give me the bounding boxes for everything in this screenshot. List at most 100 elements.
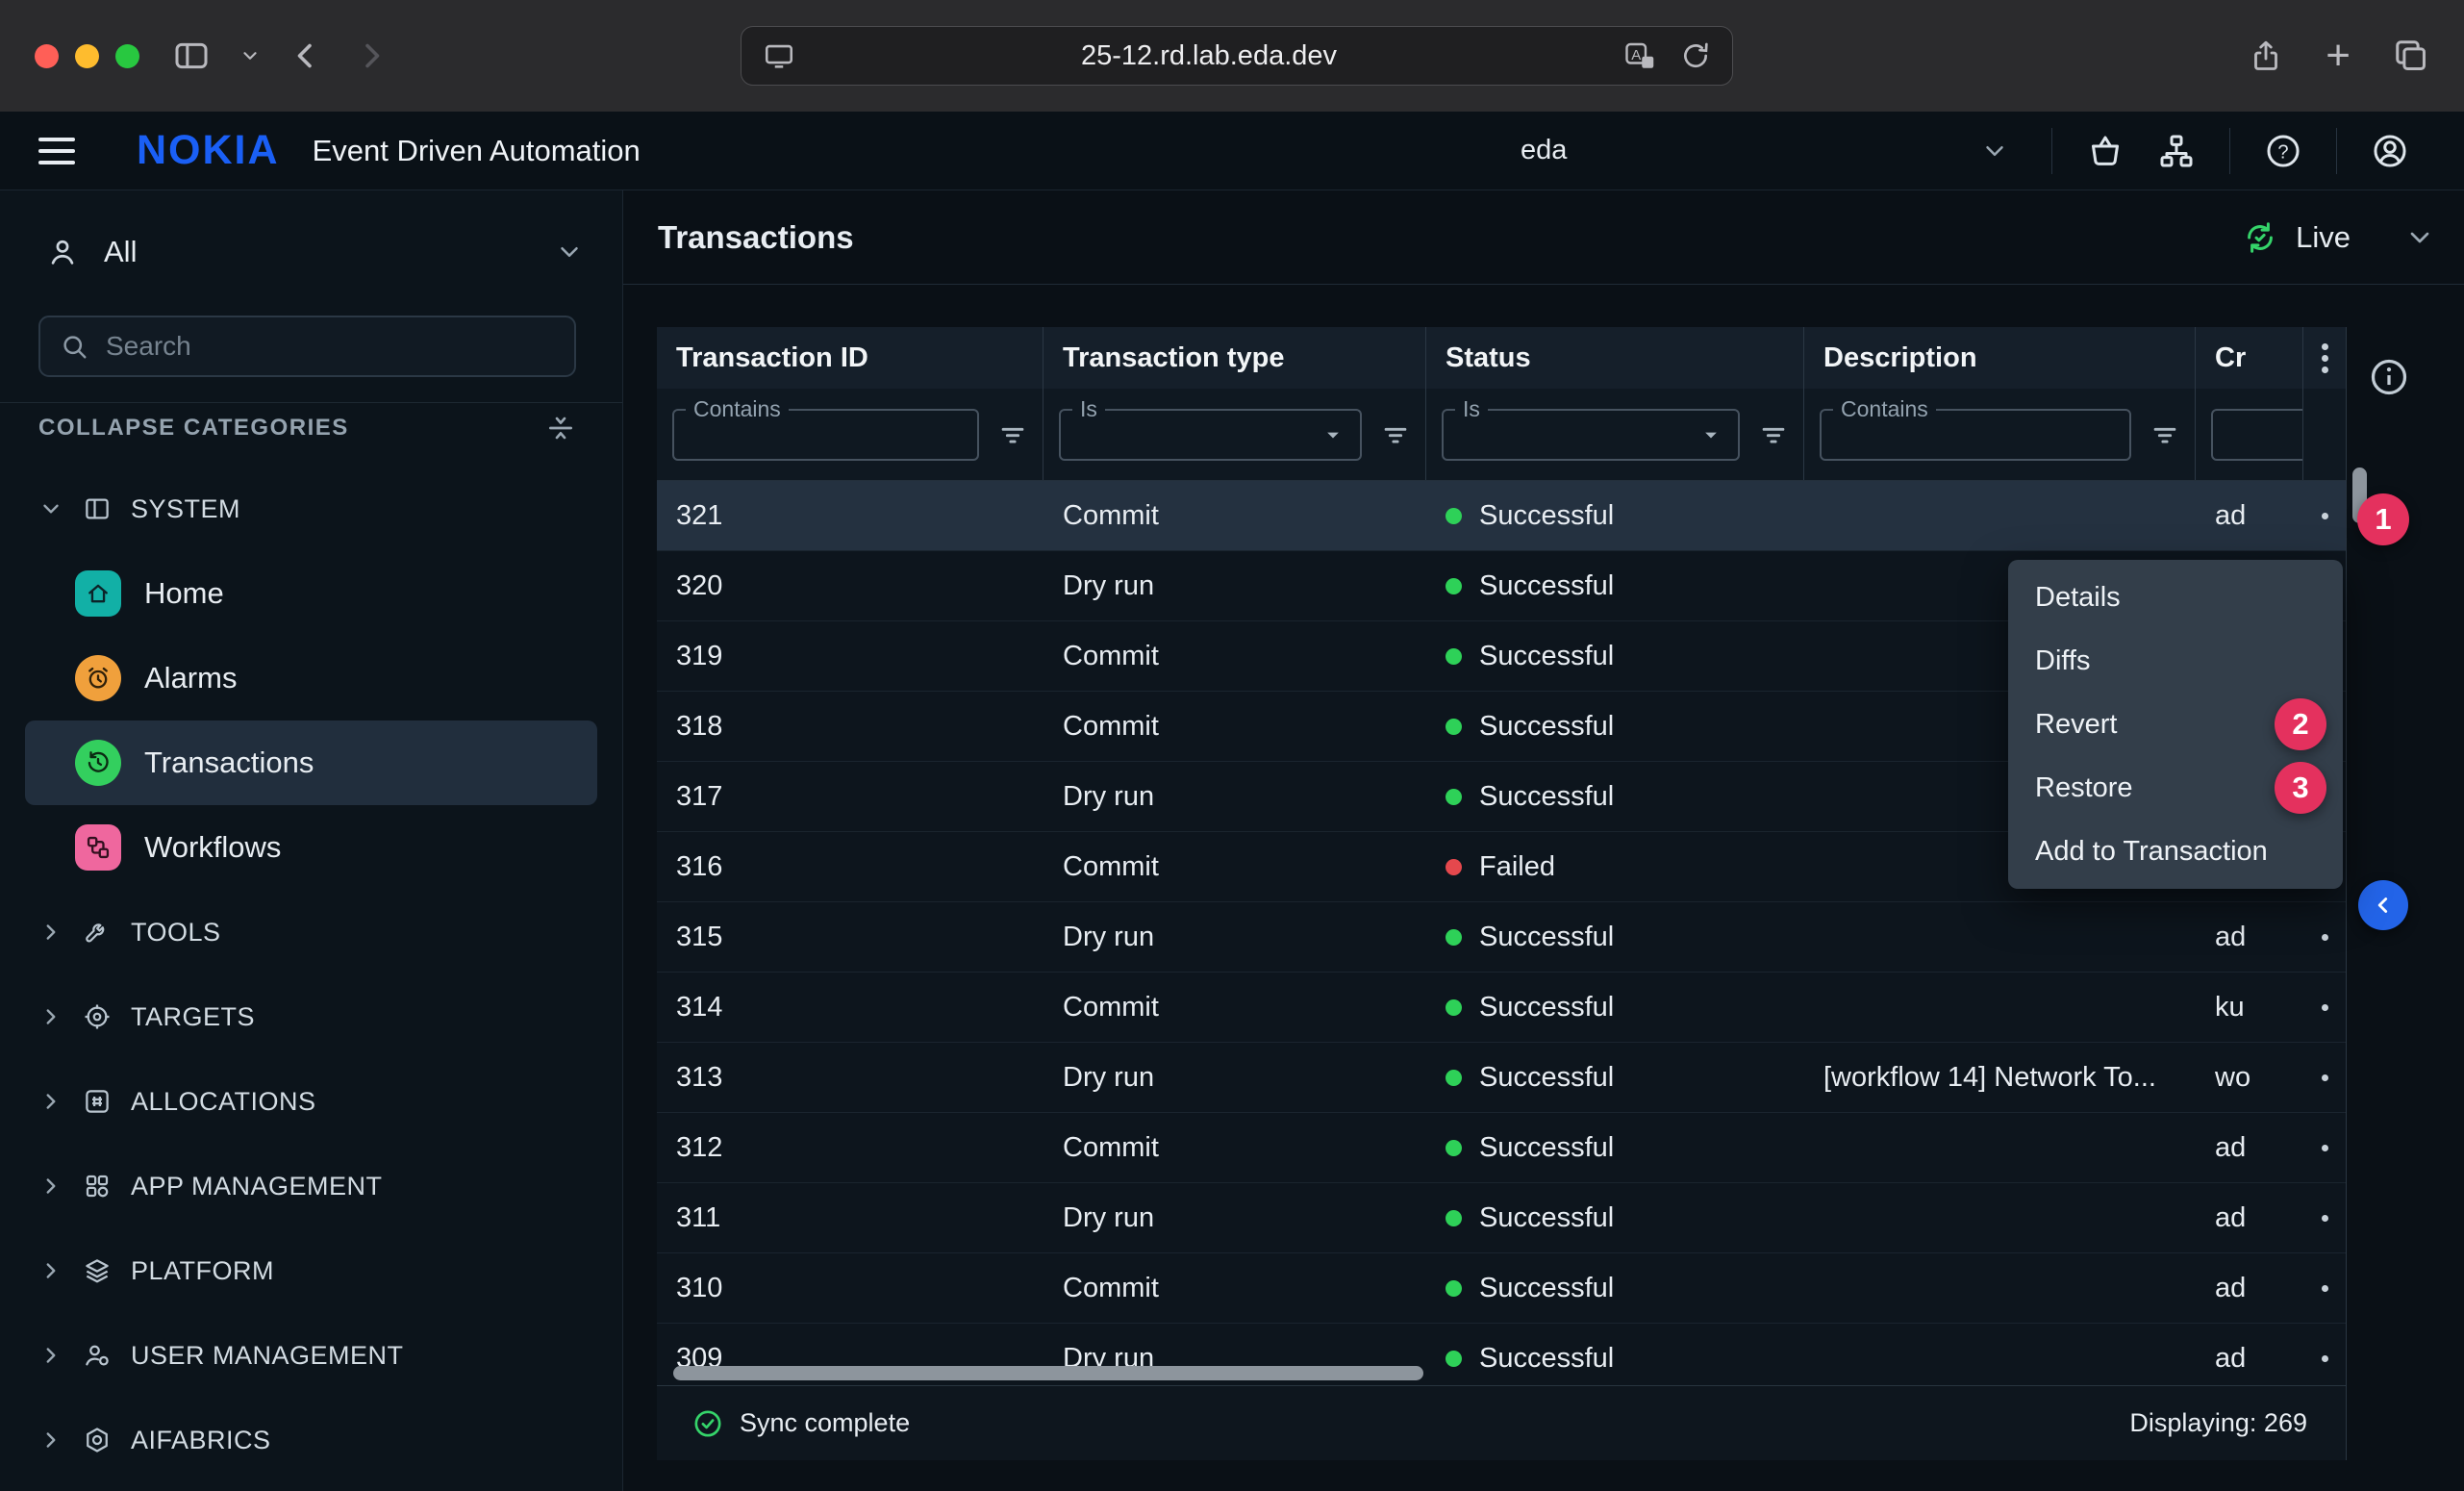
row-kebab-icon[interactable] bbox=[2322, 1145, 2328, 1151]
scope-selector[interactable]: All bbox=[46, 221, 584, 283]
filter-icon[interactable] bbox=[1379, 418, 1412, 451]
table-row[interactable]: 312 Commit Successful ad bbox=[657, 1113, 2346, 1183]
search-icon bbox=[60, 332, 88, 361]
table-row[interactable]: 314 Commit Successful ku bbox=[657, 973, 2346, 1043]
sidebar-category-app-management[interactable]: APP MANAGEMENT bbox=[0, 1144, 622, 1228]
cell-transaction-id: 321 bbox=[657, 500, 1043, 532]
info-icon[interactable] bbox=[2367, 355, 2411, 399]
address-bar[interactable]: 25-12.rd.lab.eda.dev A bbox=[741, 26, 1733, 86]
sidebar-category-tools[interactable]: TOOLS bbox=[0, 890, 622, 974]
sidebar-toggle-icon[interactable] bbox=[172, 37, 211, 75]
horizontal-scrollbar[interactable] bbox=[673, 1366, 1423, 1380]
search-input[interactable] bbox=[106, 331, 555, 362]
namespace-select[interactable]: eda bbox=[1496, 135, 2034, 166]
minimize-window-button[interactable] bbox=[75, 44, 99, 68]
filter-input-created[interactable] bbox=[2211, 409, 2303, 461]
back-icon[interactable] bbox=[289, 38, 324, 73]
new-tab-icon[interactable]: + bbox=[2326, 35, 2351, 77]
row-kebab-icon[interactable] bbox=[2322, 1285, 2328, 1292]
close-window-button[interactable] bbox=[35, 44, 59, 68]
cell-created-by: ad bbox=[2196, 500, 2303, 532]
sidebar: All COLLAPSE CATEGORIES bbox=[0, 190, 623, 1491]
column-header[interactable]: Status bbox=[1426, 327, 1804, 389]
row-kebab-icon[interactable] bbox=[2322, 1004, 2328, 1011]
svg-text:A: A bbox=[1631, 47, 1641, 63]
row-kebab-icon[interactable] bbox=[2322, 934, 2328, 941]
translate-icon[interactable]: A bbox=[1622, 38, 1657, 73]
sidebar-category-system[interactable]: SYSTEM bbox=[0, 467, 622, 551]
status-dot bbox=[1446, 859, 1462, 875]
row-kebab-icon[interactable] bbox=[2322, 1215, 2328, 1222]
collapse-categories[interactable]: COLLAPSE CATEGORIES bbox=[38, 403, 576, 453]
forward-icon[interactable] bbox=[353, 38, 388, 73]
filter-select-transaction-type[interactable]: Is bbox=[1059, 409, 1362, 461]
row-kebab-icon[interactable] bbox=[2322, 1355, 2328, 1362]
page-settings-icon[interactable] bbox=[763, 39, 795, 72]
column-header[interactable]: Transaction ID bbox=[657, 327, 1043, 389]
sidebar-item-home[interactable]: Home bbox=[25, 551, 597, 636]
chevron-down-icon bbox=[2404, 222, 2435, 253]
scope-label: All bbox=[104, 235, 137, 269]
cell-status: Successful bbox=[1426, 781, 1804, 813]
panel-expand-button[interactable] bbox=[2358, 880, 2408, 930]
menu-item-add-to-transaction[interactable]: Add to Transaction bbox=[2008, 820, 2343, 883]
chevron-down-icon[interactable] bbox=[239, 45, 261, 66]
menu-item-details[interactable]: Details bbox=[2008, 566, 2343, 629]
status-dot bbox=[1446, 1351, 1462, 1367]
store-icon[interactable] bbox=[2070, 132, 2141, 170]
column-header[interactable]: Description bbox=[1804, 327, 2196, 389]
chevron-down-icon bbox=[555, 238, 584, 266]
row-kebab-icon[interactable] bbox=[2322, 513, 2328, 519]
sidebar-item-transactions[interactable]: Transactions bbox=[25, 720, 597, 805]
share-icon[interactable] bbox=[2249, 38, 2283, 73]
row-kebab-icon[interactable] bbox=[2322, 1074, 2328, 1081]
aifabrics-icon bbox=[83, 1426, 112, 1454]
status-label: Successful bbox=[1479, 922, 1614, 953]
sidebar-item-workflows[interactable]: Workflows bbox=[25, 805, 597, 890]
live-toggle[interactable]: Live bbox=[2242, 219, 2435, 256]
sidebar-item-alarms[interactable]: Alarms bbox=[25, 636, 597, 720]
table-row[interactable]: 313 Dry run Successful [workflow 14] Net… bbox=[657, 1043, 2346, 1113]
sidebar-category-targets[interactable]: TARGETS bbox=[0, 974, 622, 1059]
user-avatar-icon[interactable] bbox=[2354, 131, 2426, 171]
table-row[interactable]: 321 Commit Successful ad bbox=[657, 481, 2346, 551]
column-menu-icon[interactable] bbox=[2322, 355, 2328, 362]
filter-icon[interactable] bbox=[996, 418, 1029, 451]
zoom-window-button[interactable] bbox=[115, 44, 139, 68]
sidebar-category-user-management[interactable]: USER MANAGEMENT bbox=[0, 1313, 622, 1398]
topology-icon[interactable] bbox=[2141, 132, 2212, 170]
sidebar-category-allocations[interactable]: ALLOCATIONS bbox=[0, 1059, 622, 1144]
menu-item-diffs[interactable]: Diffs bbox=[2008, 629, 2343, 693]
category-label: ALLOCATIONS bbox=[131, 1087, 316, 1117]
tabs-icon[interactable] bbox=[2393, 38, 2429, 74]
status-dot bbox=[1446, 789, 1462, 805]
table-row[interactable]: 310 Commit Successful ad bbox=[657, 1253, 2346, 1324]
search-box[interactable] bbox=[38, 316, 576, 377]
status-label: Successful bbox=[1479, 711, 1614, 743]
status-dot bbox=[1446, 1210, 1462, 1226]
status-label: Successful bbox=[1479, 1132, 1614, 1164]
column-header[interactable]: Cr bbox=[2196, 327, 2303, 389]
category-label: AIFABRICS bbox=[131, 1426, 271, 1455]
table-row[interactable]: 315 Dry run Successful ad bbox=[657, 902, 2346, 973]
table-filter-row: Contains Is Is bbox=[657, 389, 2346, 481]
sidebar-category-platform[interactable]: PLATFORM bbox=[0, 1228, 622, 1313]
cell-created-by: ad bbox=[2196, 1273, 2303, 1304]
reload-icon[interactable] bbox=[1680, 40, 1711, 71]
table-row[interactable]: 311 Dry run Successful ad bbox=[657, 1183, 2346, 1253]
menu-icon[interactable] bbox=[38, 138, 75, 164]
filter-input-transaction-id[interactable]: Contains bbox=[672, 409, 979, 461]
filter-icon[interactable] bbox=[1757, 418, 1790, 451]
filter-input-description[interactable]: Contains bbox=[1820, 409, 2131, 461]
cell-transaction-type: Commit bbox=[1043, 711, 1426, 743]
sidebar-category-aifabrics[interactable]: AIFABRICS bbox=[0, 1398, 622, 1482]
help-icon[interactable]: ? bbox=[2248, 131, 2319, 171]
cell-transaction-type: Commit bbox=[1043, 992, 1426, 1023]
filter-select-status[interactable]: Is bbox=[1442, 409, 1740, 461]
filter-icon[interactable] bbox=[2149, 418, 2181, 451]
column-header[interactable]: Transaction type bbox=[1043, 327, 1426, 389]
divider bbox=[2336, 128, 2337, 174]
cell-status: Successful bbox=[1426, 992, 1804, 1023]
filter-label: Is bbox=[1455, 396, 1488, 422]
status-label: Successful bbox=[1479, 781, 1614, 813]
